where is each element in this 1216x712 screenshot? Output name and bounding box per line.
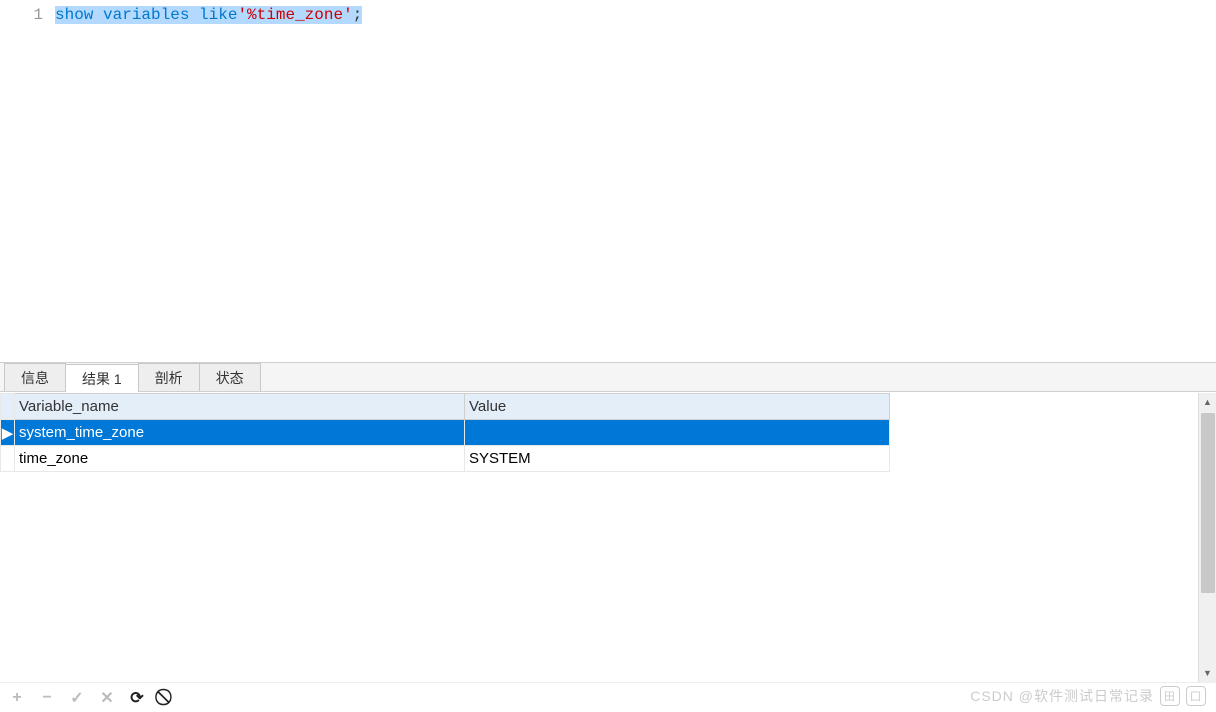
- cell-variable-name[interactable]: system_time_zone: [15, 420, 465, 446]
- refresh-button[interactable]: ⟳: [128, 689, 146, 707]
- tab-result-1[interactable]: 结果 1: [65, 364, 139, 392]
- table-row[interactable]: time_zone SYSTEM: [1, 446, 890, 472]
- keyword-like: like: [199, 6, 237, 24]
- check-icon: ✓: [70, 688, 83, 708]
- vertical-scrollbar[interactable]: ▲ ▼: [1198, 393, 1216, 682]
- watermark-text: CSDN @软件测试日常记录: [970, 686, 1154, 706]
- header-value[interactable]: Value: [465, 394, 890, 420]
- editor-gutter: 1: [0, 0, 55, 362]
- sql-editor-pane[interactable]: 1 show variables like'%time_zone';: [0, 0, 1216, 362]
- bottom-toolbar: + − ✓ ✕ ⟳ ⃠ CSDN @软件测试日常记录 田 囗: [0, 682, 1216, 712]
- watermark-badge-1: 田: [1160, 686, 1180, 706]
- results-table-wrap[interactable]: Variable_name Value ▶ system_time_zone t…: [0, 393, 1198, 682]
- space: [189, 6, 199, 24]
- watermark: CSDN @软件测试日常记录 田 囗: [970, 686, 1206, 706]
- add-row-button[interactable]: +: [8, 689, 26, 707]
- cell-value[interactable]: SYSTEM: [465, 446, 890, 472]
- close-icon: ✕: [100, 688, 113, 708]
- results-pane: Variable_name Value ▶ system_time_zone t…: [0, 392, 1216, 682]
- cell-value[interactable]: [465, 420, 890, 446]
- string-literal: '%time_zone': [237, 6, 352, 24]
- apply-button[interactable]: ✓: [68, 689, 86, 707]
- scroll-thumb[interactable]: [1201, 413, 1215, 593]
- tab-profile[interactable]: 剖析: [138, 363, 200, 391]
- space: [93, 6, 103, 24]
- plus-icon: +: [12, 689, 21, 707]
- header-indicator: [1, 394, 15, 420]
- tab-status[interactable]: 状态: [199, 363, 261, 391]
- row-indicator-icon: ▶: [1, 420, 15, 446]
- keyword-variables: variables: [103, 6, 189, 24]
- code-line-1[interactable]: show variables like'%time_zone';: [55, 4, 362, 26]
- minus-icon: −: [42, 689, 51, 707]
- header-row: Variable_name Value: [1, 394, 890, 420]
- results-table[interactable]: Variable_name Value ▶ system_time_zone t…: [0, 393, 890, 472]
- scroll-down-icon[interactable]: ▼: [1199, 664, 1216, 682]
- cell-variable-name[interactable]: time_zone: [15, 446, 465, 472]
- scroll-up-icon[interactable]: ▲: [1199, 393, 1216, 411]
- row-indicator-icon: [1, 446, 15, 472]
- delete-row-button[interactable]: −: [38, 689, 56, 707]
- code-area[interactable]: show variables like'%time_zone';: [55, 0, 1216, 362]
- semicolon: ;: [353, 6, 363, 24]
- stop-button[interactable]: ⃠: [158, 689, 176, 707]
- header-variable-name[interactable]: Variable_name: [15, 394, 465, 420]
- refresh-icon: ⟳: [130, 688, 143, 708]
- tab-info[interactable]: 信息: [4, 363, 66, 391]
- cancel-button[interactable]: ✕: [98, 689, 116, 707]
- result-tab-strip: 信息 结果 1 剖析 状态: [0, 362, 1216, 392]
- watermark-badge-2: 囗: [1186, 686, 1206, 706]
- keyword-show: show: [55, 6, 93, 24]
- line-number: 1: [0, 4, 55, 26]
- table-row[interactable]: ▶ system_time_zone: [1, 420, 890, 446]
